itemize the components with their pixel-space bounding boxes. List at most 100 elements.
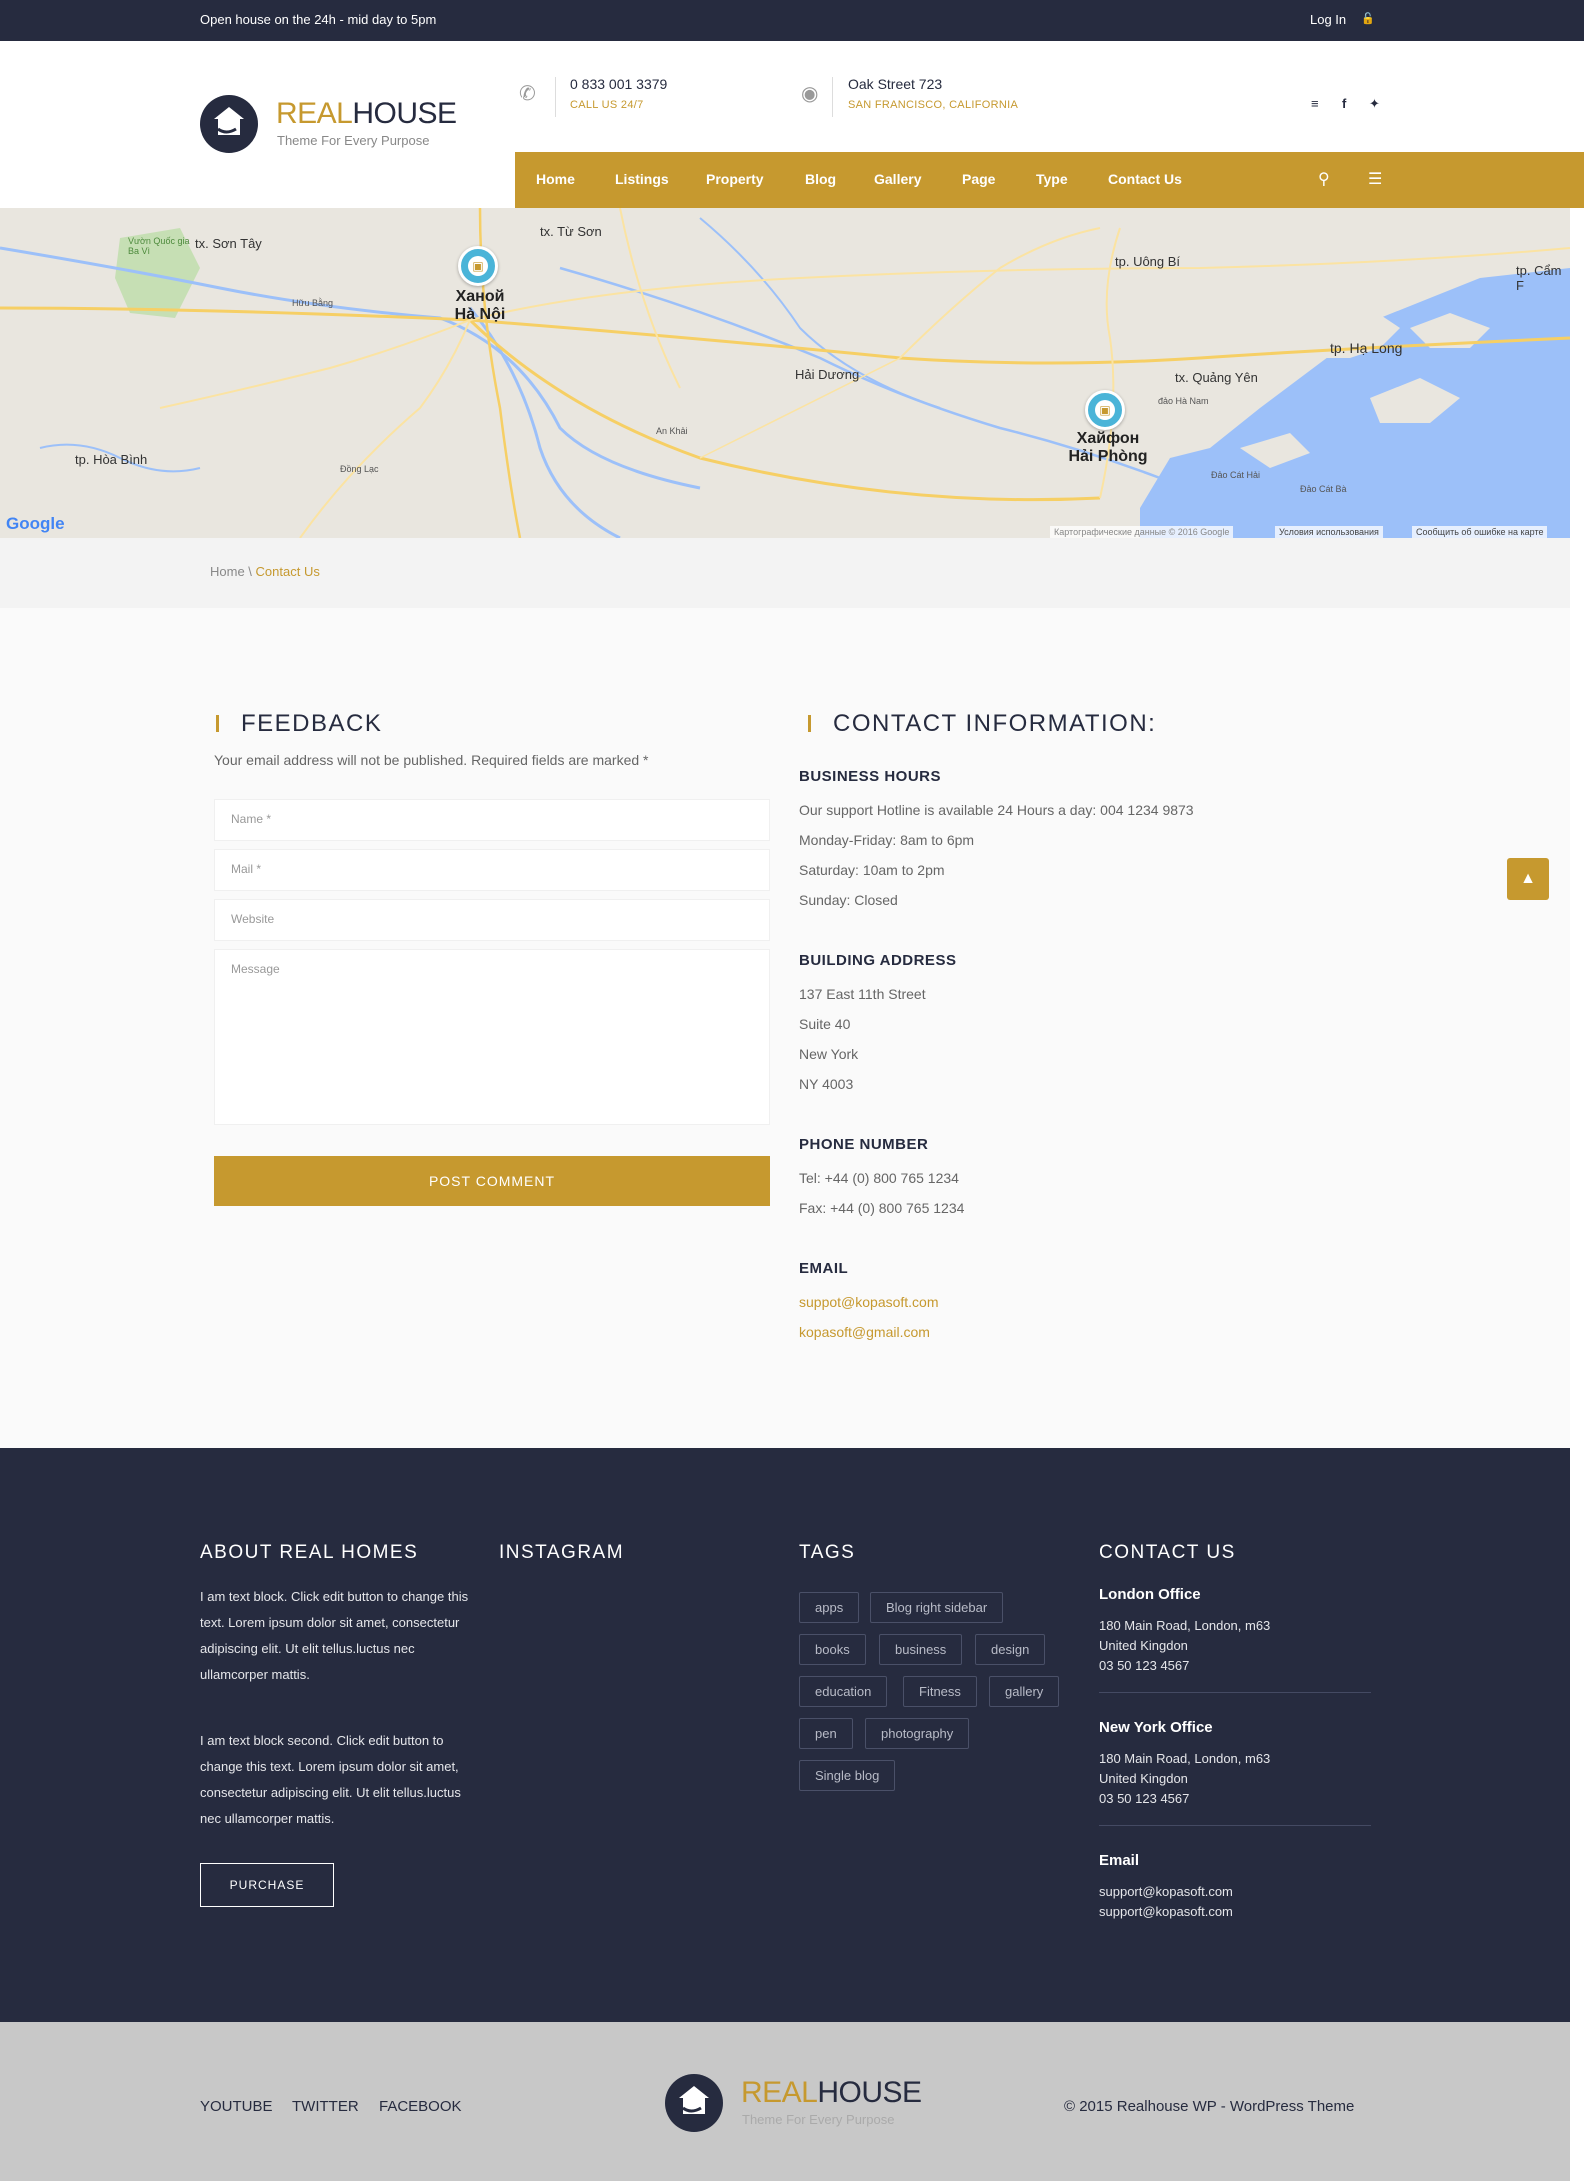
map-label: tp. Uông Bí [1115,254,1181,269]
divider [832,77,833,117]
office-line: United Kingdon [1099,1771,1188,1786]
about-paragraph: I am text block. Click edit button to ch… [200,1589,469,1682]
map-label: tx. Sơn Tây [195,236,262,251]
breadcrumb-home[interactable]: Home [210,564,245,579]
tag-link[interactable]: design [975,1634,1046,1665]
message-field[interactable]: Message [214,949,770,1125]
website-field[interactable]: Website [214,899,770,941]
map-terms-link[interactable]: Условия использования [1275,526,1383,538]
hours-line: Sunday: Closed [799,892,898,908]
contact-us-title: CONTACT US [1099,1542,1236,1563]
email-link[interactable]: kopasoft@gmail.com [799,1324,930,1340]
email-link[interactable]: suppot@kopasoft.com [799,1294,939,1310]
footer-email-link[interactable]: support@kopasoft.com [1099,1904,1233,1919]
building-address-heading: BUILDING ADDRESS [799,952,957,969]
office-line: United Kingdon [1099,1638,1188,1653]
email-heading: EMAIL [799,1260,849,1277]
tag-link[interactable]: gallery [989,1676,1060,1707]
business-hours-heading: BUSINESS HOURS [799,768,942,785]
building-icon: ▣ [468,256,488,276]
footer-email-link[interactable]: support@kopasoft.com [1099,1884,1233,1899]
post-comment-button[interactable]: POST COMMENT [214,1156,770,1206]
hours-line: Saturday: 10am to 2pm [799,862,945,878]
tag-link[interactable]: pen [799,1718,853,1749]
footer-logo-icon[interactable] [665,2074,723,2132]
tag-link[interactable]: Blog right sidebar [870,1592,1004,1623]
tag-link[interactable]: Single blog [799,1760,896,1791]
divider [1099,1825,1371,1826]
map-label: Đảo Cát Hải [1211,470,1261,480]
breadcrumb: Home \ Contact Us [0,538,1570,608]
instagram-title: INSTAGRAM [499,1542,625,1563]
nav-property[interactable]: Property [706,171,764,187]
phone-icon: ✆ [519,83,536,105]
office-line: 03 50 123 4567 [1099,1791,1190,1806]
header-address: Oak Street 723 [848,76,943,92]
footer-brand-text[interactable]: REALHOUSE [741,2076,922,2110]
name-field[interactable]: Name * [214,799,770,841]
top-bar: Open house on the 24h - mid day to 5pm L… [0,0,1584,41]
lock-icon[interactable]: 🔓 [1361,12,1375,25]
facebook-link[interactable]: FACEBOOK [379,2098,462,2115]
tag-link[interactable]: business [879,1634,963,1665]
hours-line: Monday-Friday: 8am to 6pm [799,832,975,848]
twitter-link[interactable]: TWITTER [292,2098,359,2115]
divider [1099,1692,1371,1693]
nav-contact-us[interactable]: Contact Us [1108,171,1182,187]
address-line: NY 4003 [799,1076,854,1092]
nav-page[interactable]: Page [962,171,995,187]
google-logo[interactable]: Google [6,514,65,534]
youtube-link[interactable]: YOUTUBE [200,2098,273,2115]
footer-tagline: Theme For Every Purpose [742,2112,895,2127]
main-nav: Home Listings Property Blog Gallery Page… [515,152,1584,208]
facebook-icon[interactable]: f [1342,96,1346,111]
office-line: 03 50 123 4567 [1099,1658,1190,1673]
map-pin-haiphong[interactable]: ▣ [1085,390,1125,430]
tag-link[interactable]: books [799,1634,866,1665]
header-phone[interactable]: 0 833 001 3379 [570,76,667,92]
map-label: tx. Quảng Yên [1175,370,1258,385]
nav-listings[interactable]: Listings [615,171,669,187]
tag-link[interactable]: photography [865,1718,970,1749]
brand-logo-text[interactable]: REALHOUSE [276,97,457,131]
section-accent-bar [808,715,811,732]
header-phone-sub: CALL US 24/7 [570,99,644,111]
logo-icon[interactable] [200,95,258,153]
office-line: 180 Main Road, London, m63 [1099,1751,1271,1766]
purchase-button[interactable]: PURCHASE [200,1863,334,1907]
main-content: FEEDBACK Your email address will not be … [0,608,1570,1448]
contact-info-title: CONTACT INFORMATION: [833,710,1157,737]
nav-gallery[interactable]: Gallery [874,171,921,187]
scroll-to-top-button[interactable]: ▲ [1507,858,1549,900]
office-line: 180 Main Road, London, m63 [1099,1618,1271,1633]
map-label: tp. Hòa Bình [75,452,148,467]
map-report-link[interactable]: Сообщить об ошибке на карте [1412,526,1548,538]
address-line: Suite 40 [799,1016,851,1032]
nav-type[interactable]: Type [1036,171,1068,187]
login-link[interactable]: Log In [1310,12,1346,27]
search-icon[interactable]: ⚲ [1318,169,1330,189]
map-label: Hải Dương [795,367,860,382]
fax-line: Fax: +44 (0) 800 765 1234 [799,1200,965,1216]
site-header: REALHOUSE Theme For Every Purpose ✆ 0 83… [0,41,1584,208]
nav-home[interactable]: Home [536,171,575,187]
feedback-title: FEEDBACK [241,710,383,737]
map-pin-label: Хайфон Hải Phòng [1068,430,1148,465]
rss-icon[interactable]: ≡ [1311,96,1319,111]
tag-link[interactable]: Fitness [903,1676,977,1707]
map-pin-hanoi[interactable]: ▣ [458,246,498,286]
bottom-bar: YOUTUBE TWITTER FACEBOOK REALHOUSE Theme… [0,2022,1570,2181]
map-attribution: Картографические данные © 2016 Google [1050,526,1234,538]
menu-icon[interactable]: ☰ [1368,169,1382,189]
map-label: Hữu Bằng [292,298,334,308]
mail-field[interactable]: Mail * [214,849,770,891]
divider [555,77,556,117]
map-label: Vườn Quốc gia Ba Vì [128,236,190,256]
address-line: 137 East 11th Street [799,986,926,1002]
google-map[interactable]: tx. Sơn Tây Vườn Quốc gia Ba Vì tx. Từ S… [0,208,1570,538]
tag-link[interactable]: apps [799,1592,860,1623]
twitter-icon[interactable]: ✦ [1369,96,1380,112]
tag-link[interactable]: education [799,1676,888,1707]
london-office-title: London Office [1099,1586,1201,1603]
nav-blog[interactable]: Blog [805,171,836,187]
